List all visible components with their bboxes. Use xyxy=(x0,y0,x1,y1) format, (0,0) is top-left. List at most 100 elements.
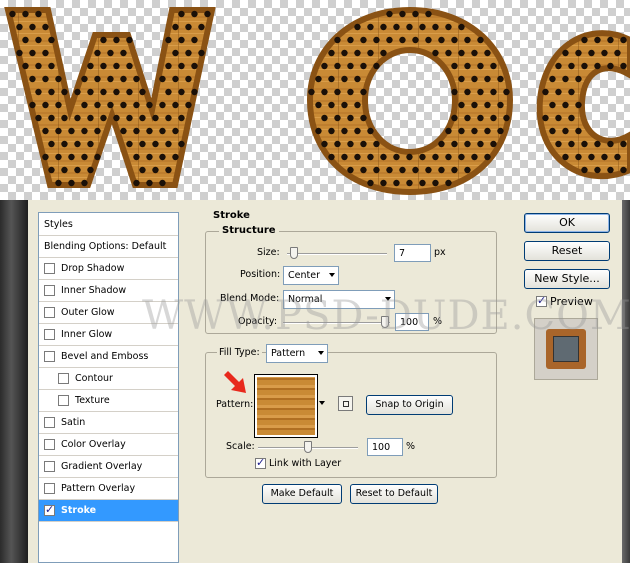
make-default-button[interactable]: Make Default xyxy=(262,484,342,504)
snap-to-origin-button[interactable]: Snap to Origin xyxy=(366,395,453,415)
new-preset-icon[interactable] xyxy=(338,396,353,411)
checkbox-icon[interactable] xyxy=(44,329,55,340)
wood-hole-dot xyxy=(61,88,68,96)
checkbox-icon[interactable] xyxy=(44,263,55,274)
wood-hole-dot xyxy=(484,49,491,57)
size-slider-thumb[interactable] xyxy=(290,247,298,259)
checkbox-icon[interactable] xyxy=(44,417,55,428)
checkbox-icon[interactable] xyxy=(44,461,55,472)
opacity-slider-thumb[interactable] xyxy=(381,316,389,328)
wood-hole-dot xyxy=(458,153,465,161)
wood-hole-dot xyxy=(61,114,68,122)
wood-hole-dot xyxy=(445,179,452,187)
wood-hole-dot xyxy=(55,179,62,187)
style-item-bevel-and-emboss[interactable]: Bevel and Emboss xyxy=(39,346,178,368)
style-item-texture[interactable]: Texture xyxy=(39,390,178,412)
wood-hole-dot xyxy=(354,153,361,161)
style-item-color-overlay[interactable]: Color Overlay xyxy=(39,434,178,456)
wood-hole-dot xyxy=(354,101,361,109)
background-photo-left xyxy=(0,200,28,563)
checkbox-icon[interactable] xyxy=(58,373,69,384)
wood-hole-dot xyxy=(42,101,49,109)
style-item-inner-shadow[interactable]: Inner Shadow xyxy=(39,280,178,302)
checkbox-icon[interactable] xyxy=(44,307,55,318)
wood-hole-dot xyxy=(94,127,101,135)
wood-hole-dot xyxy=(425,10,432,18)
checkbox-icon[interactable] xyxy=(58,395,69,406)
style-item-label: Stroke xyxy=(61,505,97,516)
wood-hole-dot xyxy=(458,75,465,83)
wood-hole-dot xyxy=(575,127,582,135)
wood-hole-dot xyxy=(341,49,348,57)
wood-hole-dot xyxy=(42,49,49,57)
checkbox-icon[interactable] xyxy=(44,351,55,362)
wood-hole-dot xyxy=(373,140,380,148)
style-item-pattern-overlay[interactable]: Pattern Overlay xyxy=(39,478,178,500)
wood-hole-dot xyxy=(419,23,426,31)
preview-checkbox[interactable]: Preview xyxy=(536,294,593,308)
wood-hole-dot xyxy=(464,140,471,148)
scale-slider-thumb[interactable] xyxy=(304,441,312,453)
wood-hole-dot xyxy=(471,49,478,57)
reset-button[interactable]: Reset xyxy=(524,241,610,261)
wood-hole-dot xyxy=(458,127,465,135)
wood-hole-dot xyxy=(464,114,471,122)
wood-hole-dot xyxy=(575,49,582,57)
ok-button[interactable]: OK xyxy=(524,213,610,233)
style-item-satin[interactable]: Satin xyxy=(39,412,178,434)
wood-hole-dot xyxy=(172,127,179,135)
pattern-dropdown-icon[interactable] xyxy=(319,401,325,405)
style-item-outer-glow[interactable]: Outer Glow xyxy=(39,302,178,324)
wood-hole-dot xyxy=(81,153,88,161)
style-item-drop-shadow[interactable]: Drop Shadow xyxy=(39,258,178,280)
wood-hole-dot xyxy=(432,49,439,57)
checkbox-icon[interactable] xyxy=(44,503,55,516)
size-input[interactable]: 7 xyxy=(394,244,431,262)
link-with-layer-checkbox[interactable]: Link with Layer xyxy=(255,456,341,469)
wood-hole-dot xyxy=(360,140,367,148)
wood-hole-dot xyxy=(601,153,608,161)
wood-hole-dot xyxy=(146,127,153,135)
wood-hole-dot xyxy=(464,36,471,44)
position-select[interactable]: Center xyxy=(283,266,339,285)
reset-to-default-button[interactable]: Reset to Default xyxy=(350,484,438,504)
wood-hole-dot xyxy=(555,88,562,96)
wood-hole-dot xyxy=(354,75,361,83)
size-slider-track[interactable] xyxy=(287,253,387,255)
wood-hole-dot xyxy=(406,23,413,31)
style-item-gradient-overlay[interactable]: Gradient Overlay xyxy=(39,456,178,478)
wood-hole-dot xyxy=(152,114,159,122)
wood-hole-dot xyxy=(594,36,601,44)
wood-hole-dot xyxy=(68,127,75,135)
wood-hole-dot xyxy=(562,49,569,57)
wood-hole-dot xyxy=(464,62,471,70)
style-item-stroke[interactable]: Stroke xyxy=(39,500,178,522)
wood-hole-dot xyxy=(393,153,400,161)
fill-type-select[interactable]: Pattern xyxy=(266,344,328,363)
new-style-button[interactable]: New Style... xyxy=(524,269,610,289)
opacity-slider-track[interactable] xyxy=(283,322,390,324)
pattern-picker[interactable] xyxy=(254,374,318,438)
wood-hole-dot xyxy=(562,75,569,83)
wood-hole-dot xyxy=(146,101,153,109)
opacity-input[interactable]: 100 xyxy=(395,313,429,331)
wood-hole-dot xyxy=(588,153,595,161)
style-item-blending-options-default[interactable]: Blending Options: Default xyxy=(39,236,178,258)
style-item-contour[interactable]: Contour xyxy=(39,368,178,390)
wood-hole-dot xyxy=(406,179,413,187)
wood-hole-dot xyxy=(568,88,575,96)
blend-mode-select[interactable]: Normal xyxy=(283,290,395,309)
stroke-section-title: Stroke xyxy=(213,210,250,221)
checkbox-icon[interactable] xyxy=(44,483,55,494)
scale-input[interactable]: 100 xyxy=(367,438,403,456)
wood-hole-dot xyxy=(438,36,445,44)
wood-hole-dot xyxy=(581,140,588,148)
wood-hole-dot xyxy=(620,166,627,174)
wood-hole-dot xyxy=(614,49,621,57)
styles-header[interactable]: Styles xyxy=(39,213,178,236)
checkbox-icon[interactable] xyxy=(44,285,55,296)
checkbox-icon[interactable] xyxy=(44,439,55,450)
wood-hole-dot xyxy=(29,101,36,109)
wood-hole-dot xyxy=(178,10,185,18)
style-item-inner-glow[interactable]: Inner Glow xyxy=(39,324,178,346)
